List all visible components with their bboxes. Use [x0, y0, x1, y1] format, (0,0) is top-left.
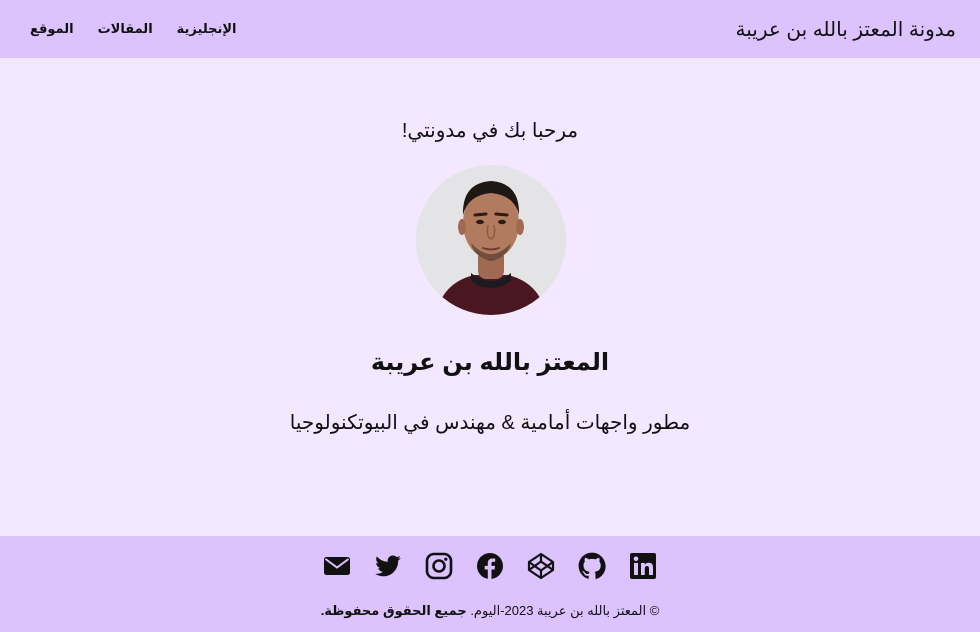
- instagram-icon[interactable]: [425, 552, 453, 580]
- social-links: [0, 552, 980, 580]
- facebook-icon[interactable]: [476, 552, 504, 580]
- email-icon[interactable]: [323, 552, 351, 580]
- github-icon[interactable]: [578, 552, 606, 580]
- site-title-link[interactable]: مدونة المعتز بالله بن عريبة: [736, 17, 957, 42]
- avatar: [416, 165, 566, 315]
- main-content: مرحبا بك في مدونتي! المعتز بالله بن عريب…: [0, 58, 980, 536]
- linkedin-icon[interactable]: [629, 552, 657, 580]
- author-name: المعتز بالله بن عريبة: [370, 349, 610, 376]
- nav-link-articles[interactable]: المقالات: [98, 21, 153, 37]
- welcome-text: مرحبا بك في مدونتي!: [401, 120, 579, 142]
- site-footer: © المعتز بالله بن عريبة 2023-اليوم. جميع…: [0, 536, 980, 632]
- main-nav: الإنجليزية المقالات الموقع: [30, 21, 237, 37]
- avatar-portrait: [416, 165, 566, 315]
- copyright-rights: جميع الحقوق محفوظة.: [320, 603, 467, 618]
- codepen-icon[interactable]: [527, 552, 555, 580]
- author-tagline: مطور واجهات أمامية & مهندس في البيوتكنول…: [289, 412, 691, 434]
- nav-link-english[interactable]: الإنجليزية: [177, 21, 237, 37]
- site-header: مدونة المعتز بالله بن عريبة الإنجليزية ا…: [0, 0, 980, 58]
- copyright-text: © المعتز بالله بن عريبة 2023-اليوم. جميع…: [0, 603, 980, 619]
- twitter-icon[interactable]: [374, 552, 402, 580]
- nav-link-website[interactable]: الموقع: [30, 21, 74, 37]
- copyright-prefix: © المعتز بالله بن عريبة 2023-اليوم.: [470, 603, 660, 618]
